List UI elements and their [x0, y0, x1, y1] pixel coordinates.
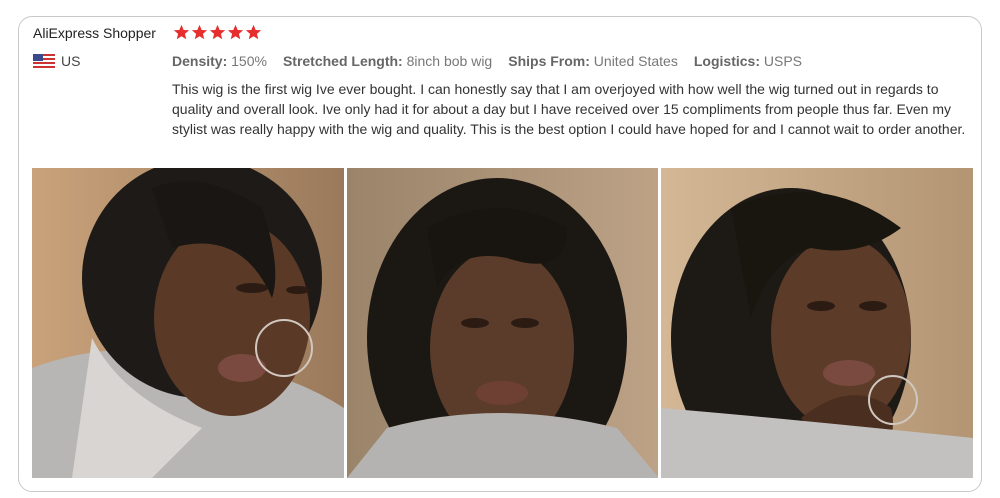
review-card: AliExpress Shopper US Density: 150% Stre…: [18, 16, 982, 492]
rating-stars: [173, 24, 262, 41]
star-icon: [227, 24, 244, 41]
star-icon: [173, 24, 190, 41]
country-code: US: [61, 53, 81, 69]
us-flag-icon: [33, 54, 55, 68]
star-icon: [245, 24, 262, 41]
star-icon: [209, 24, 226, 41]
review-photo-3: [661, 168, 974, 478]
review-photo[interactable]: [346, 168, 659, 478]
star-icon: [191, 24, 208, 41]
reviewer-name: AliExpress Shopper: [33, 25, 156, 41]
attribute-logistics: Logistics: USPS: [693, 53, 802, 69]
product-attributes: Density: 150% Stretched Length: 8inch bo…: [172, 53, 802, 69]
review-text: This wig is the first wig Ive ever bough…: [172, 81, 966, 137]
reviewer-country: US: [33, 53, 80, 69]
attribute-density: Density: 150%: [172, 53, 267, 69]
review-photo-1: [32, 168, 344, 478]
attribute-ships-from: Ships From: United States: [508, 53, 678, 69]
review-photo[interactable]: [661, 168, 974, 478]
review-photos: [32, 168, 974, 478]
attribute-stretched-length: Stretched Length: 8inch bob wig: [282, 53, 493, 69]
review-photo[interactable]: [32, 168, 344, 478]
review-photo-2: [346, 168, 659, 478]
